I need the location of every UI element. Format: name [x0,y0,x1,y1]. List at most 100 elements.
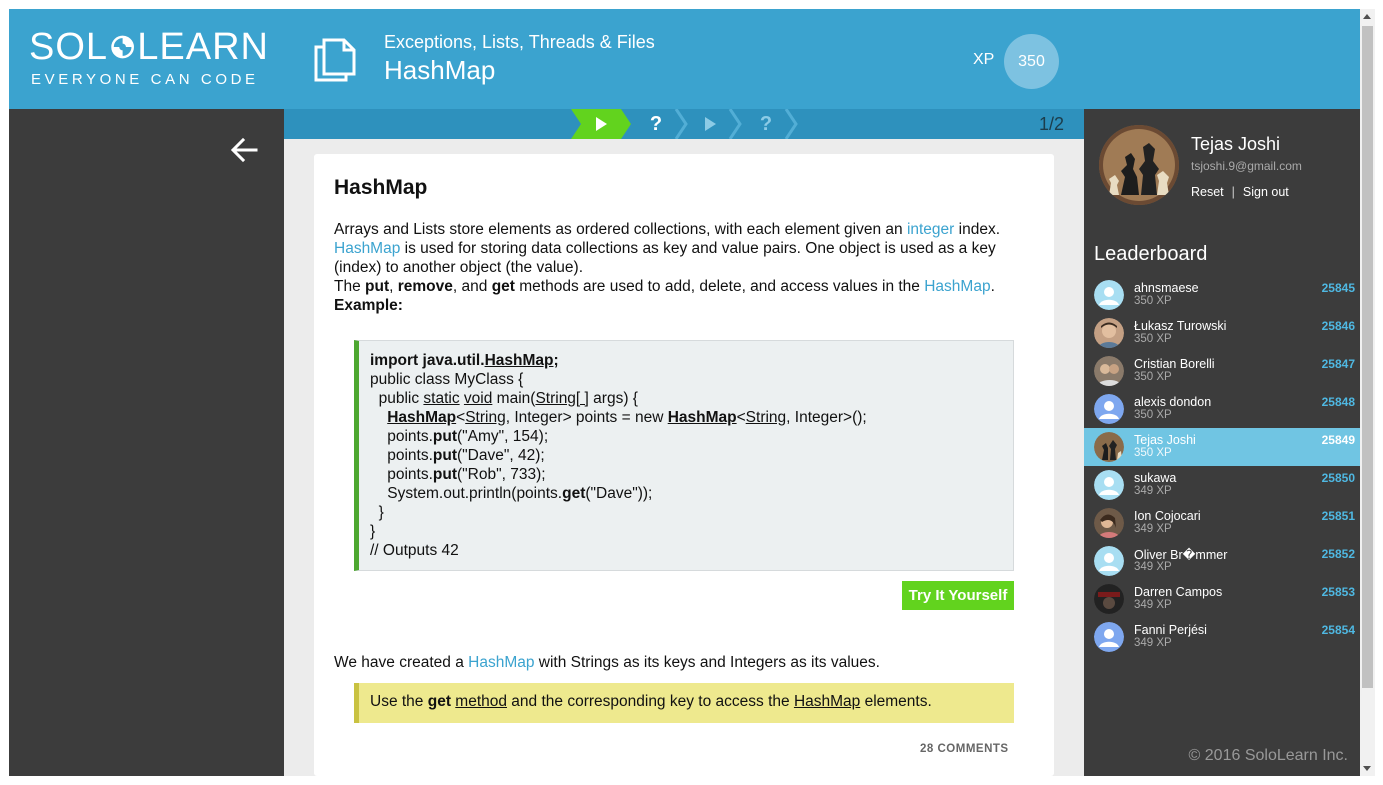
code-token: public [370,390,424,407]
user-avatar [1094,394,1124,424]
step-quiz-1[interactable]: ? [626,109,688,139]
profile-actions: Reset | Sign out [1191,185,1289,199]
code-token: HashMap [484,352,554,369]
leaderboard-list: ahnsmaese 350 XP 25845 Łukasz Turowski 3… [1084,276,1360,656]
user-avatar [1094,280,1124,310]
logo-tagline: EVERYONE CAN CODE [31,71,259,88]
keyword-link[interactable]: HashMap [468,654,534,671]
page-scrollbar[interactable] [1360,9,1375,776]
user-avatar [1094,622,1124,652]
user-name: alexis dondon [1134,395,1212,409]
user-avatar [1094,546,1124,576]
user-avatar [1094,470,1124,500]
leaderboard-row[interactable]: Cristian Borelli 350 XP 25847 [1084,352,1360,390]
intro-text: index. [954,221,1001,238]
user-rank: 25852 [1321,547,1355,561]
try-it-yourself-button[interactable]: Try It Yourself [902,581,1014,610]
sign-out-link[interactable]: Sign out [1243,185,1289,199]
logo-wordmark: SOL LEARN [29,27,269,67]
user-name: Darren Campos [1134,585,1223,599]
intro-text: , [389,278,398,295]
code-token: points. [370,428,433,445]
lesson-heading: HashMap [334,176,428,199]
scroll-thumb[interactable] [1362,26,1373,688]
main-content: ? ? 1/2 HashMap Arrays and Lists store e… [284,109,1084,776]
code-token: put [432,428,458,445]
keyword-link[interactable]: HashMap [924,278,990,295]
tip-box: Use the get method and the corresponding… [354,683,1014,723]
leaderboard-row[interactable]: Fanni Perjési 349 XP 25854 [1084,618,1360,656]
user-xp: 349 XP [1134,561,1172,573]
step-lesson-2[interactable] [680,109,742,139]
step-lesson-current[interactable] [571,109,631,139]
leaderboard-row[interactable]: ahnsmaese 350 XP 25845 [1084,276,1360,314]
example-label: Example: [334,297,403,314]
keyword-link[interactable]: HashMap [334,240,400,257]
scroll-up-icon[interactable] [1363,14,1371,19]
leaderboard-row[interactable]: Ion Cojocari 349 XP 25851 [1084,504,1360,542]
user-rank: 25850 [1321,471,1355,485]
reset-link[interactable]: Reset [1191,185,1224,199]
user-rank: 25853 [1321,585,1355,599]
sololearn-logo[interactable]: SOL LEARN EVERYONE CAN CODE [29,27,269,88]
profile-avatar[interactable] [1099,125,1179,205]
leaderboard-row[interactable]: alexis dondon 350 XP 25848 [1084,390,1360,428]
xp-label: XP [973,51,995,68]
code-line: public class MyClass { [370,371,524,388]
code-token: String [745,409,787,426]
user-rank: 25854 [1321,623,1355,637]
leaderboard-row[interactable]: Oliver Br�mmer 349 XP 25852 [1084,542,1360,580]
code-token: HashMap [667,409,737,426]
user-rank: 25845 [1321,281,1355,295]
profile-email: tsjoshi.9@gmail.com [1191,159,1302,173]
code-token: args) { [588,390,638,407]
code-token: , Integer> points = new [505,409,668,426]
bold-term: put [365,278,390,295]
user-avatar [1094,356,1124,386]
user-avatar [1094,584,1124,614]
lesson-intro: Arrays and Lists store elements as order… [334,220,1039,315]
user-rank: 25846 [1321,319,1355,333]
user-xp: 349 XP [1134,485,1172,497]
intro-text: Arrays and Lists store elements as order… [334,221,907,238]
user-avatar [1094,432,1124,462]
leaderboard-row-current-user[interactable]: Tejas Joshi 350 XP 25849 [1084,428,1360,466]
code-block[interactable]: import java.util.HashMap; public class M… [354,340,1014,571]
logo-text-left: SOL [29,26,109,68]
user-xp: 350 XP [1134,333,1172,345]
user-rank: 25848 [1321,395,1355,409]
code-token: < [456,409,466,426]
header: SOL LEARN EVERYONE CAN CODE Exceptions, … [9,9,1360,109]
chess-pieces-image [1099,125,1179,205]
leaderboard-row[interactable]: Darren Campos 349 XP 25853 [1084,580,1360,618]
back-arrow-icon[interactable] [229,135,259,165]
user-xp: 350 XP [1134,371,1172,383]
code-line: } [370,504,384,521]
tip-bold: get [427,693,451,710]
tip-term: method [455,693,507,710]
xp-badge: 350 [1004,34,1059,89]
user-name: ahnsmaese [1134,281,1199,295]
user-name: Cristian Borelli [1134,357,1215,371]
play-icon [705,117,716,131]
step-quiz-2[interactable]: ? [736,109,798,139]
app-window: SOL LEARN EVERYONE CAN CODE Exceptions, … [9,9,1360,776]
intro-text: . [990,278,995,295]
keyword-link[interactable]: integer [907,221,954,238]
code-line: } [370,523,376,540]
leaderboard-row[interactable]: sukawa 349 XP 25850 [1084,466,1360,504]
separator: | [1231,185,1235,199]
code-token: ; [553,352,559,369]
code-token: import java.util. [370,352,485,369]
lesson-pages-icon [314,38,356,82]
user-xp: 349 XP [1134,637,1172,649]
leaderboard-row[interactable]: Łukasz Turowski 350 XP 25846 [1084,314,1360,352]
user-rank: 25847 [1321,357,1355,371]
tip-text: elements. [860,693,932,710]
comments-link[interactable]: 28 COMMENTS [920,743,1009,755]
page-count: 1/2 [1038,114,1064,134]
scroll-down-icon[interactable] [1363,766,1371,771]
code-token: main( [492,390,536,407]
code-token: HashMap [387,409,457,426]
intro-text: , and [452,278,492,295]
